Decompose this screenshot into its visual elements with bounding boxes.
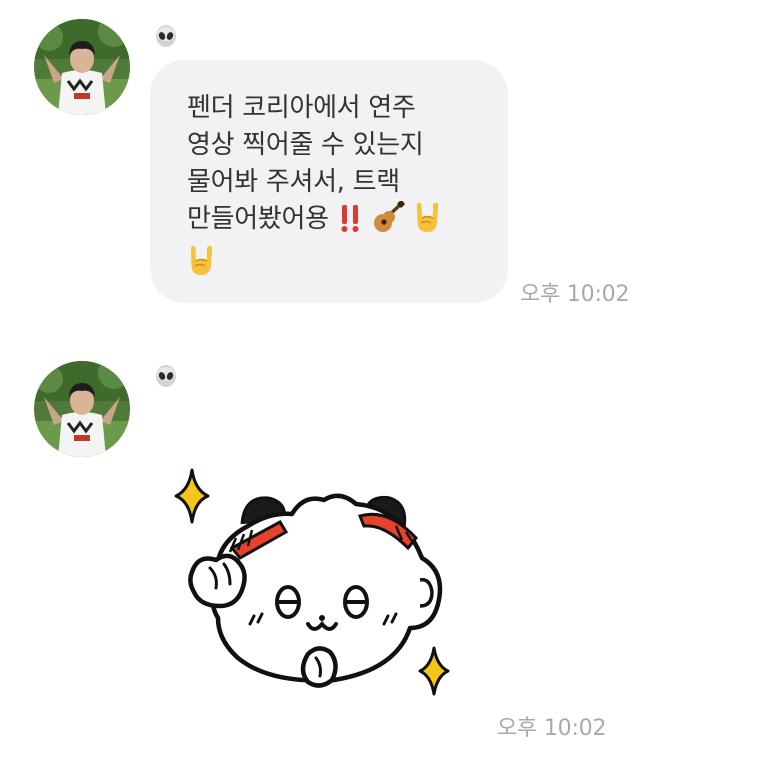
double-exclamation-icon [337, 203, 363, 244]
message-time: 오후 10:02 [520, 282, 630, 307]
guitar-icon [371, 200, 405, 244]
sign-of-horns-icon [413, 201, 441, 244]
alien-icon [154, 364, 178, 388]
alien-icon [154, 24, 178, 48]
message-text: 펜더 코리아에서 연주 영상 찍어줄 수 있는지 물어봐 주셔서, 트랙 만들어… [187, 90, 488, 287]
avatar[interactable] [34, 19, 130, 115]
avatar[interactable] [34, 361, 130, 457]
message-bubble[interactable]: 펜더 코리아에서 연주 영상 찍어줄 수 있는지 물어봐 주셔서, 트랙 만들어… [150, 60, 508, 303]
sign-of-horns-icon [187, 244, 215, 287]
message-time: 오후 10:02 [497, 716, 607, 741]
sparkle-icon [174, 468, 210, 524]
white-bear-sticker-icon[interactable] [170, 468, 460, 708]
sparkle-icon [418, 646, 450, 696]
